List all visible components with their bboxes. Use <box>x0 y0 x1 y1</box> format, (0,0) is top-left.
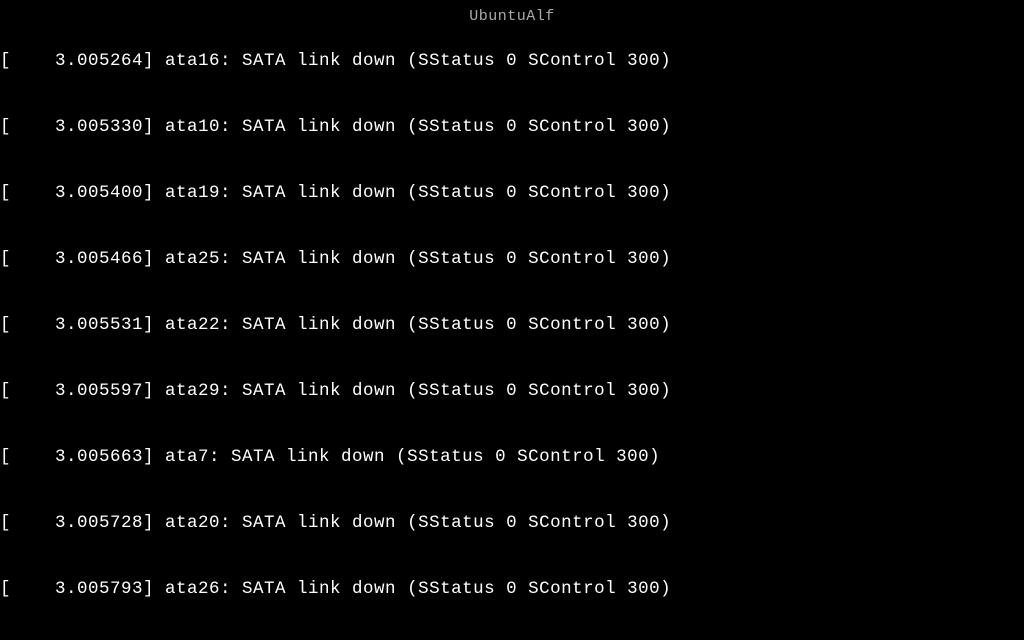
boot-log-line: [ 3.005793] ata26: SATA link down (SStat… <box>0 578 1024 600</box>
boot-log-line: [ 3.005597] ata29: SATA link down (SStat… <box>0 380 1024 402</box>
boot-log-line: [ 3.005663] ata7: SATA link down (SStatu… <box>0 446 1024 468</box>
boot-log-line: [ 3.005728] ata20: SATA link down (SStat… <box>0 512 1024 534</box>
boot-log-line: [ 3.005330] ata10: SATA link down (SStat… <box>0 116 1024 138</box>
terminal-output: [ 3.005264] ata16: SATA link down (SStat… <box>0 6 1024 640</box>
boot-log-line: [ 3.005400] ata19: SATA link down (SStat… <box>0 182 1024 204</box>
boot-log-line: [ 3.005264] ata16: SATA link down (SStat… <box>0 50 1024 72</box>
boot-log-line: [ 3.005531] ata22: SATA link down (SStat… <box>0 314 1024 336</box>
boot-log-line: [ 3.005466] ata25: SATA link down (SStat… <box>0 248 1024 270</box>
